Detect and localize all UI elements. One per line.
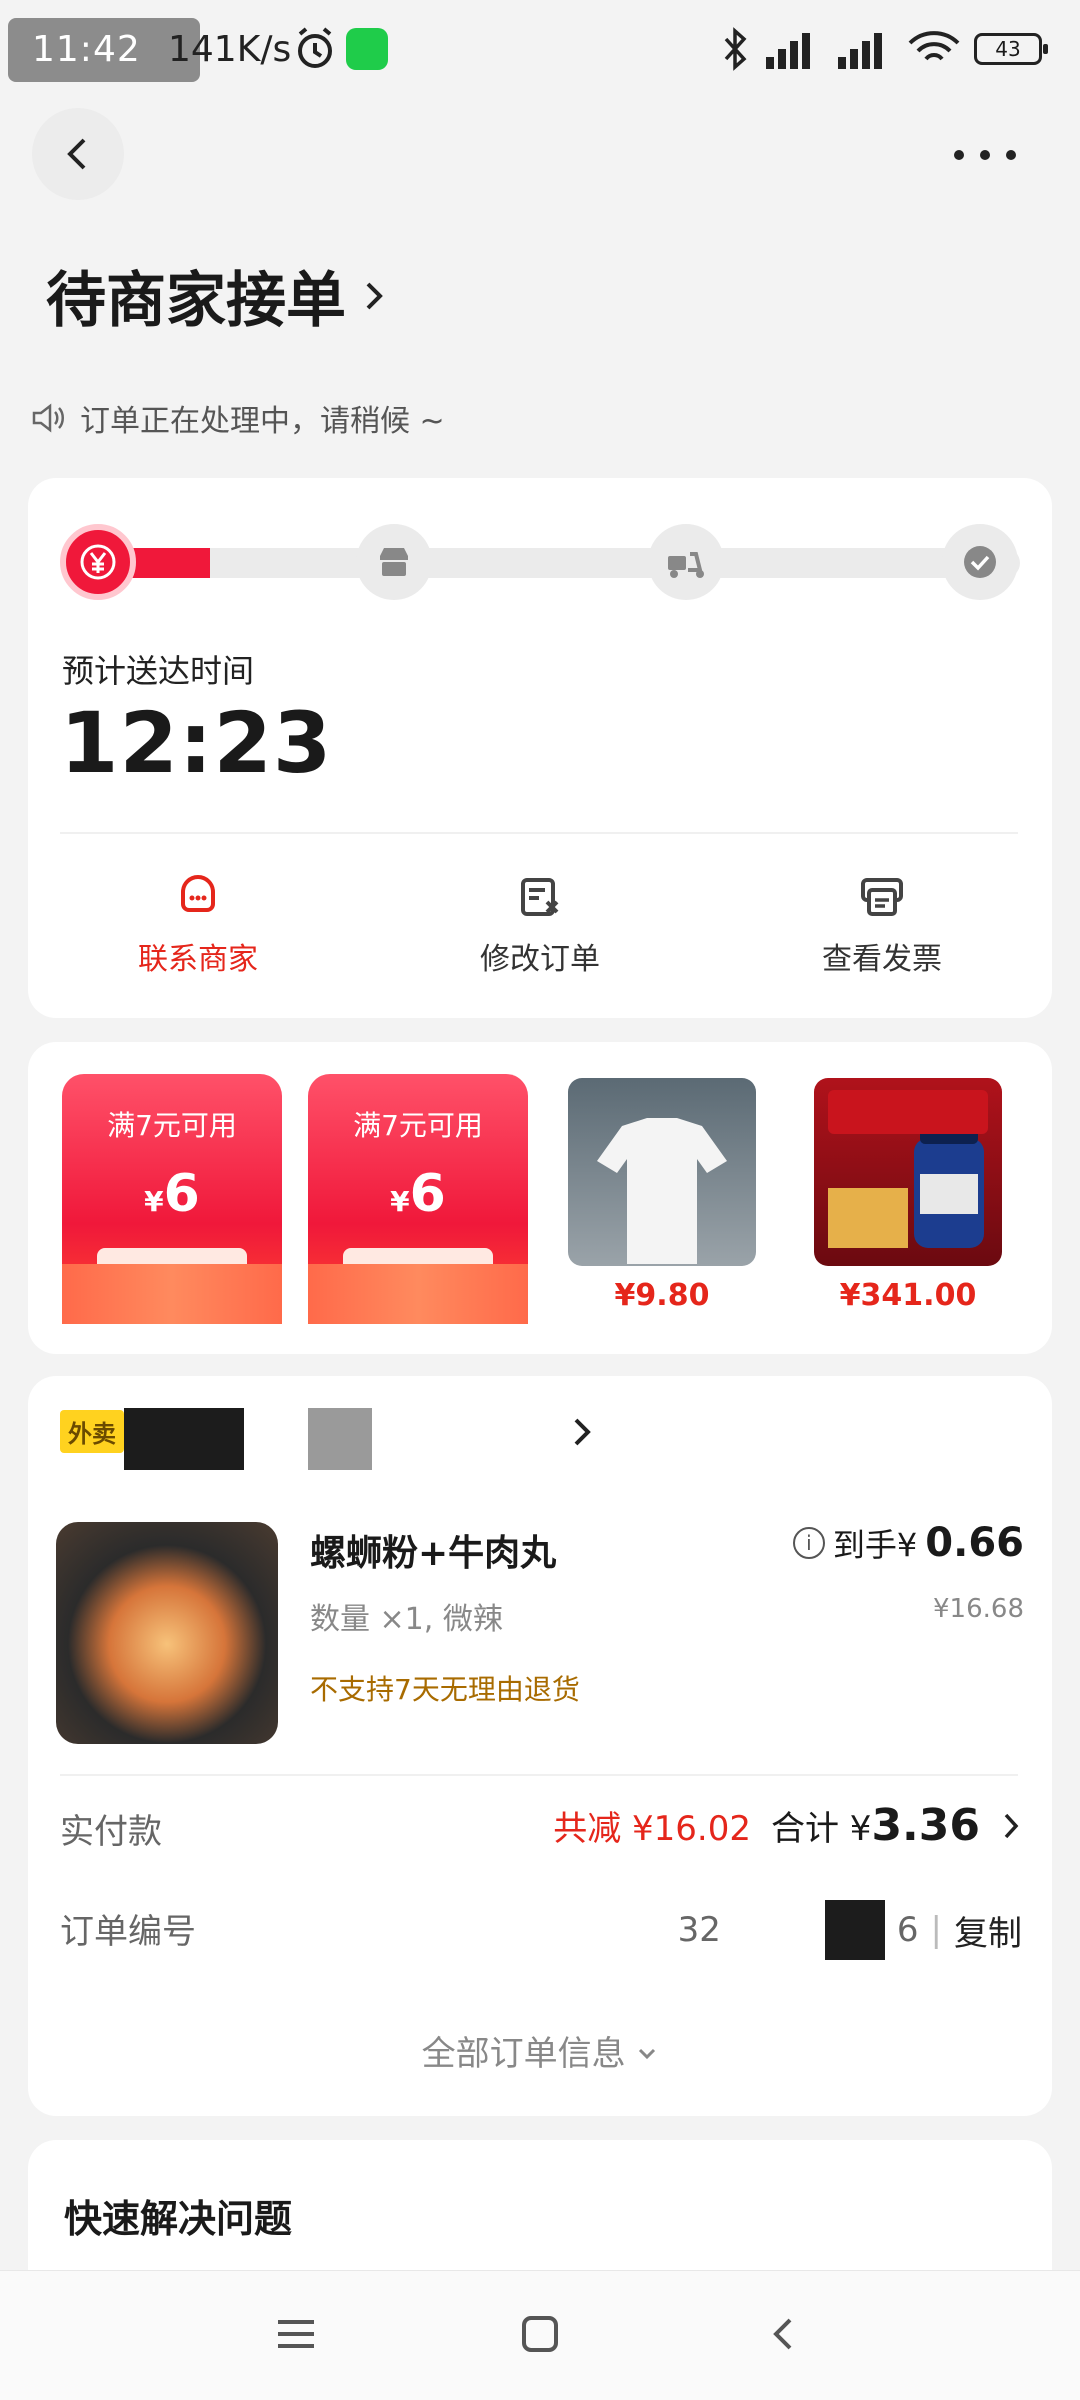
payment-summary[interactable]: 共减 ¥16.02 合计 ¥3.36 [553, 1800, 1022, 1851]
all-order-info-label: 全部订单信息 [421, 2034, 626, 2074]
coupon-2[interactable]: 满7元可用 ¥6 [308, 1074, 528, 1324]
processing-notice: 订单正在处理中，请稍候 ~ [30, 396, 445, 440]
discount-text: 共减 ¥16.02 [553, 1809, 751, 1849]
info-icon: i [792, 1527, 825, 1559]
price-value: 0.66 [925, 1520, 1024, 1566]
wifi-icon [908, 31, 960, 61]
product-tshirt-image[interactable] [568, 1078, 756, 1266]
coupon-amount: ¥6 [390, 1164, 446, 1224]
notice-text: 订单正在处理中，请稍候 ~ [80, 404, 445, 439]
battery-icon: 43 [974, 33, 1048, 65]
product-price: ¥9.80 [614, 1278, 710, 1313]
speaker-icon [32, 403, 64, 433]
home-square-icon [522, 2316, 558, 2352]
divider [60, 832, 1018, 834]
product-supplement-image[interactable] [814, 1078, 1002, 1266]
order-number-label: 订单编号 [60, 1912, 196, 1952]
system-back-button[interactable] [754, 2304, 814, 2364]
eta-time: 12:23 [60, 694, 333, 792]
coupon-amount: ¥6 [144, 1164, 200, 1224]
coupon-pixelated-area [308, 1264, 528, 1324]
invoice-icon [861, 878, 903, 916]
store-icon [380, 548, 408, 576]
edit-order-icon [521, 878, 559, 916]
system-icons: 43 [720, 24, 1048, 74]
step-delivered [942, 524, 1018, 600]
order-detail-card [28, 1376, 1052, 2116]
order-number-end: 6 [896, 1910, 919, 1950]
quick-help-title: 快速解决问题 [64, 2197, 293, 2241]
price-prefix: 到手¥ [832, 1526, 918, 1564]
food-name: 螺蛳粉+牛肉丸 [310, 1533, 557, 1574]
redaction-block [308, 1408, 372, 1470]
modify-order-label: 修改订单 [480, 942, 600, 977]
chevron-left-icon [773, 2318, 792, 2350]
chat-bag-icon [181, 875, 215, 912]
product-price: ¥341.00 [839, 1278, 977, 1313]
recent-apps-button[interactable] [266, 2304, 326, 2364]
coupon-1[interactable]: 满7元可用 ¥6 [62, 1074, 282, 1324]
signal-icon-2 [838, 33, 882, 69]
total-value: 3.36 [871, 1800, 980, 1851]
chevron-right-icon [366, 282, 383, 309]
home-button[interactable] [510, 2304, 570, 2364]
menu-icon [278, 2320, 314, 2348]
status-bar: 11:42 141K/s 43 [0, 0, 1080, 100]
food-final-price[interactable]: i 到手¥ 0.66 [792, 1520, 1024, 1566]
payment-label: 实付款 [60, 1812, 162, 1852]
modify-order-button[interactable]: 修改订单 [430, 872, 650, 978]
tshirt-icon [597, 1118, 727, 1264]
food-original-price: ¥16.68 [933, 1594, 1024, 1624]
order-status-text: 待商家接单 [46, 266, 346, 336]
coupon-condition: 满7元可用 [107, 1109, 237, 1142]
alarm-icon [298, 27, 332, 68]
order-number-start: 32 [677, 1910, 721, 1950]
scooter-icon [668, 552, 704, 578]
redaction-block [124, 1408, 244, 1470]
wechat-icon [346, 28, 388, 70]
return-policy-warning: 不支持7天无理由退货 [310, 1673, 580, 1706]
coupon-pixelated-area [62, 1264, 282, 1324]
supplement-bottle-icon [828, 1090, 988, 1248]
signal-icon-1 [766, 33, 810, 69]
food-image[interactable] [56, 1522, 278, 1744]
chevron-right-icon [574, 1418, 591, 1445]
step-courier [648, 524, 724, 600]
chevron-down-icon [639, 2048, 656, 2060]
separator: | [930, 1910, 942, 1950]
check-shield-icon [964, 546, 996, 578]
takeout-tag: 外卖 [60, 1410, 124, 1453]
eta-label: 预计送达时间 [62, 652, 255, 690]
food-spec: 数量 ×1, 微辣 [310, 1602, 503, 1637]
copy-button[interactable]: 复制 [954, 1906, 1022, 1955]
divider [60, 1774, 1018, 1776]
network-speed: 141K/s [168, 29, 292, 70]
contact-merchant-button[interactable]: 联系商家 [88, 872, 308, 978]
step-store [356, 524, 432, 600]
view-invoice-button[interactable]: 查看发票 [772, 872, 992, 978]
coupon-condition: 满7元可用 [353, 1109, 483, 1142]
back-button[interactable] [32, 108, 124, 200]
redaction-block [824, 1900, 885, 1960]
view-invoice-label: 查看发票 [822, 942, 942, 977]
total-prefix: 合计 ¥ [770, 1809, 872, 1849]
yen-icon [80, 544, 116, 580]
bluetooth-icon [724, 27, 747, 71]
order-number-row: 32 6 | 复制 [678, 1900, 1022, 1960]
step-payment [60, 524, 136, 600]
chevron-right-icon [1004, 1813, 1019, 1838]
all-order-info-toggle[interactable]: 全部订单信息 [0, 2026, 1080, 2075]
contact-merchant-label: 联系商家 [138, 942, 258, 977]
more-options-button[interactable] [940, 130, 1030, 180]
order-status-title[interactable]: 待商家接单 [46, 252, 386, 339]
chevron-left-icon [67, 138, 86, 170]
